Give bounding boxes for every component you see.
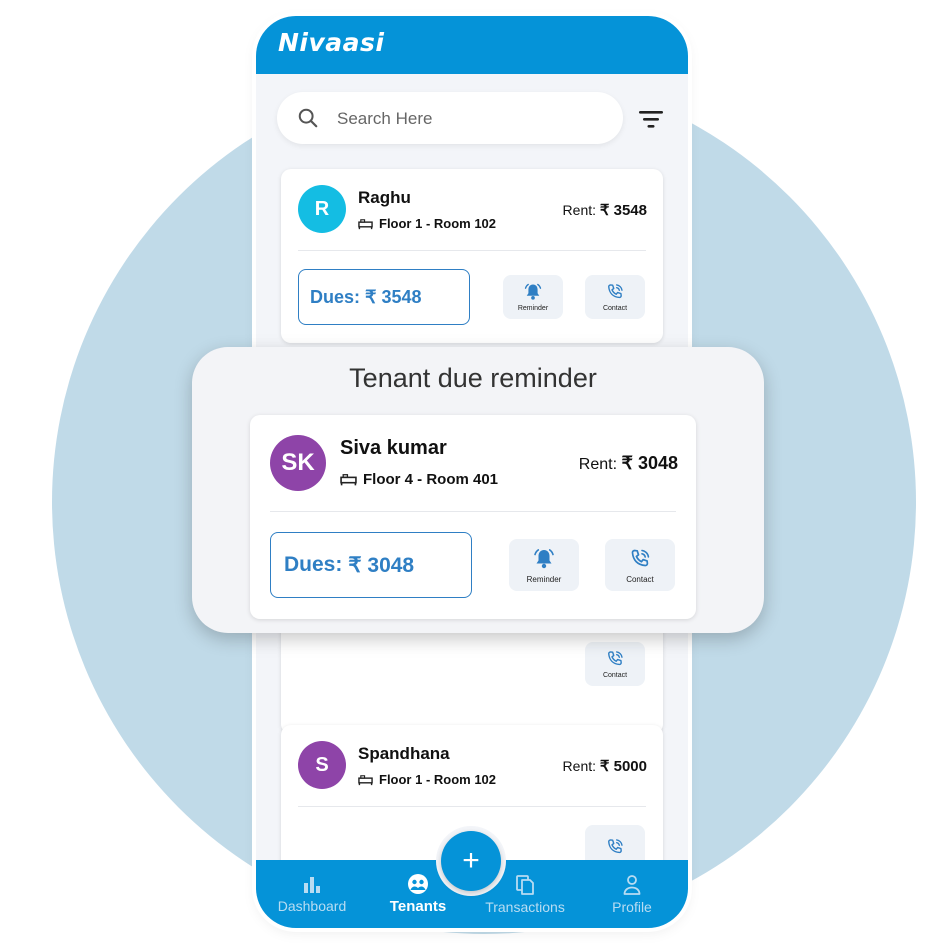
- rent-amount: Rent: ₹ 5000: [562, 758, 647, 775]
- rent-amount: Rent: ₹ 3048: [578, 453, 678, 473]
- reminder-popup: Tenant due reminder SK Siva kumar Floor …: [192, 347, 764, 633]
- nav-label: Dashboard: [277, 898, 347, 914]
- bed-icon: [358, 774, 373, 785]
- search-bar[interactable]: [277, 92, 623, 146]
- nav-profile[interactable]: Profile: [590, 860, 674, 928]
- bell-icon: [524, 283, 542, 300]
- tenant-room: Floor 4 - Room 401: [340, 471, 498, 488]
- rent-amount: Rent: ₹ 3548: [562, 202, 647, 219]
- contact-button[interactable]: Contact: [585, 642, 645, 686]
- app-logo: Nivaasi: [278, 28, 385, 57]
- bell-icon: [534, 548, 554, 568]
- reminder-label: Reminder: [517, 305, 549, 312]
- nav-label: Transactions: [485, 898, 565, 915]
- nav-label: Profile: [612, 898, 652, 915]
- dues-box: Dues: ₹ 3048: [270, 532, 472, 598]
- tenant-card[interactable]: R Raghu Floor 1 - Room 102 Rent: ₹ 3548 …: [281, 169, 663, 343]
- divider: [270, 511, 676, 512]
- phone-icon: [608, 284, 623, 299]
- dues-box: Dues: ₹ 3548: [298, 269, 470, 325]
- reminder-label: Reminder: [526, 574, 562, 584]
- bar-chart-icon: [304, 877, 320, 893]
- tenants-icon: [408, 874, 428, 894]
- avatar: R: [298, 185, 346, 233]
- phone-icon: [608, 651, 623, 666]
- contact-label: Contact: [626, 574, 654, 584]
- user-icon: [623, 874, 641, 895]
- filter-icon[interactable]: [638, 108, 664, 130]
- divider: [298, 806, 646, 807]
- avatar: SK: [270, 435, 326, 491]
- reminder-button[interactable]: Reminder: [503, 275, 563, 319]
- search-icon: [298, 108, 318, 128]
- tenant-room: Floor 1 - Room 102: [358, 216, 496, 231]
- popup-title: Tenant due reminder: [349, 363, 597, 393]
- contact-button[interactable]: Contact: [585, 275, 645, 319]
- reminder-button[interactable]: Reminder: [509, 539, 579, 591]
- search-input[interactable]: [335, 92, 609, 146]
- tenant-room: Floor 1 - Room 102: [358, 772, 496, 787]
- nav-dashboard[interactable]: Dashboard: [270, 860, 354, 928]
- bed-icon: [340, 474, 357, 486]
- divider: [298, 250, 646, 251]
- documents-icon: [516, 874, 534, 895]
- app-header: Nivaasi: [256, 16, 688, 74]
- phone-icon: [608, 839, 623, 854]
- contact-button[interactable]: Contact: [605, 539, 675, 591]
- nav-label: Tenants: [389, 898, 447, 915]
- tenant-name: Raghu: [358, 188, 411, 207]
- tenant-name: Spandhana: [358, 744, 450, 763]
- contact-label: Contact: [602, 672, 628, 679]
- bed-icon: [358, 218, 373, 229]
- avatar: S: [298, 741, 346, 789]
- tenant-name: Siva kumar: [340, 437, 447, 459]
- contact-label: Contact: [602, 305, 628, 312]
- add-tenant-button[interactable]: +: [441, 831, 501, 891]
- tenant-card-highlight[interactable]: SK Siva kumar Floor 4 - Room 401 Rent: ₹…: [250, 415, 696, 619]
- phone-icon: [631, 549, 650, 566]
